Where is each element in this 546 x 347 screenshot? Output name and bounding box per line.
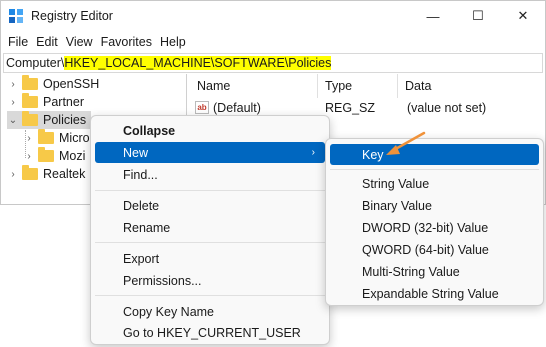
registry-editor-icon <box>9 9 23 23</box>
menu-favorites[interactable]: Favorites <box>100 35 159 49</box>
address-path: HKEY_LOCAL_MACHINE\SOFTWARE\Policies <box>64 56 332 70</box>
menu-divider <box>95 295 325 296</box>
close-icon: ✕ <box>517 8 529 23</box>
menu-divider <box>95 242 325 243</box>
submenu-item-qword-value[interactable]: QWORD (64-bit) Value <box>330 239 539 260</box>
folder-icon <box>38 147 54 162</box>
value-name: (Default) <box>213 101 261 115</box>
menu-bar: File Edit View Favorites Help <box>1 31 545 53</box>
menu-divider <box>330 169 539 170</box>
minimize-icon: — <box>426 8 440 24</box>
collapse-chevron-icon[interactable]: ⌄ <box>7 115 19 126</box>
menu-item-go-to-hkcu[interactable]: Go to HKEY_CURRENT_USER <box>95 322 325 343</box>
submenu-item-expandable-string-value[interactable]: Expandable String Value <box>330 283 539 304</box>
tree-item-partner[interactable]: › Partner <box>7 93 84 111</box>
maximize-button[interactable]: ☐ <box>456 1 500 31</box>
context-menu: Collapse New › Find... Delete Rename Exp… <box>90 115 330 345</box>
new-submenu: Key String Value Binary Value DWORD (32-… <box>325 138 544 306</box>
menu-item-label: New <box>123 145 149 160</box>
folder-icon <box>22 111 38 126</box>
folder-icon <box>22 93 38 108</box>
list-header: Name Type Data <box>189 74 543 98</box>
menu-item-copy-key-name[interactable]: Copy Key Name <box>95 301 325 322</box>
folder-icon <box>22 165 38 180</box>
menu-view[interactable]: View <box>65 35 100 49</box>
submenu-arrow-icon: › <box>311 147 315 158</box>
menu-item-new[interactable]: New › <box>95 142 325 163</box>
address-prefix: Computer\ <box>6 56 65 70</box>
tree-item-mozi[interactable]: › Mozi <box>23 147 85 165</box>
expand-chevron-icon[interactable]: › <box>23 133 35 144</box>
menu-help[interactable]: Help <box>159 35 193 49</box>
menu-item-collapse[interactable]: Collapse <box>95 120 325 141</box>
menu-edit[interactable]: Edit <box>35 35 65 49</box>
menu-item-export[interactable]: Export <box>95 248 325 269</box>
tree-item-label: Micro <box>59 131 90 145</box>
maximize-icon: ☐ <box>472 8 484 23</box>
expand-chevron-icon[interactable]: › <box>7 169 19 180</box>
string-value-icon: ab <box>195 101 209 114</box>
folder-icon <box>38 129 54 144</box>
folder-icon <box>22 75 38 90</box>
menu-file[interactable]: File <box>7 35 35 49</box>
tree-item-label: Policies <box>43 113 87 127</box>
submenu-item-string-value[interactable]: String Value <box>330 173 539 194</box>
title-bar: Registry Editor — ☐ ✕ <box>1 1 545 31</box>
column-name[interactable]: Name <box>197 79 230 93</box>
menu-item-rename[interactable]: Rename <box>95 217 325 238</box>
close-button[interactable]: ✕ <box>501 1 545 31</box>
menu-item-find[interactable]: Find... <box>95 164 325 185</box>
tree-item-realtek[interactable]: › Realtek <box>7 165 85 183</box>
tree-item-micro[interactable]: › Micro <box>23 129 90 147</box>
tree-item-label: OpenSSH <box>43 77 100 91</box>
value-type: REG_SZ <box>325 101 376 115</box>
submenu-item-key[interactable]: Key <box>330 144 539 165</box>
tree-item-policies[interactable]: ⌄ Policies <box>7 111 91 129</box>
tree-item-openssh[interactable]: › OpenSSH <box>7 75 99 93</box>
column-divider[interactable] <box>317 74 318 98</box>
submenu-item-binary-value[interactable]: Binary Value <box>330 195 539 216</box>
submenu-item-dword-value[interactable]: DWORD (32-bit) Value <box>330 217 539 238</box>
column-data[interactable]: Data <box>405 79 431 93</box>
column-type[interactable]: Type <box>325 79 352 93</box>
menu-item-delete[interactable]: Delete <box>95 195 325 216</box>
tree-item-label: Realtek <box>43 167 86 181</box>
expand-chevron-icon[interactable]: › <box>7 97 19 108</box>
column-divider[interactable] <box>397 74 398 98</box>
annotation-arrow-icon <box>386 131 426 155</box>
expand-chevron-icon[interactable]: › <box>7 79 19 90</box>
menu-divider <box>95 190 325 191</box>
submenu-item-multi-string-value[interactable]: Multi-String Value <box>330 261 539 282</box>
window-title: Registry Editor <box>31 9 113 23</box>
minimize-button[interactable]: — <box>411 1 455 31</box>
expand-chevron-icon[interactable]: › <box>23 151 35 162</box>
tree-item-label: Mozi <box>59 149 86 163</box>
tree-item-label: Partner <box>43 95 84 109</box>
value-data: (value not set) <box>407 101 487 115</box>
menu-item-permissions[interactable]: Permissions... <box>95 270 325 291</box>
address-bar[interactable]: Computer\ HKEY_LOCAL_MACHINE\SOFTWARE\Pol… <box>3 53 543 73</box>
